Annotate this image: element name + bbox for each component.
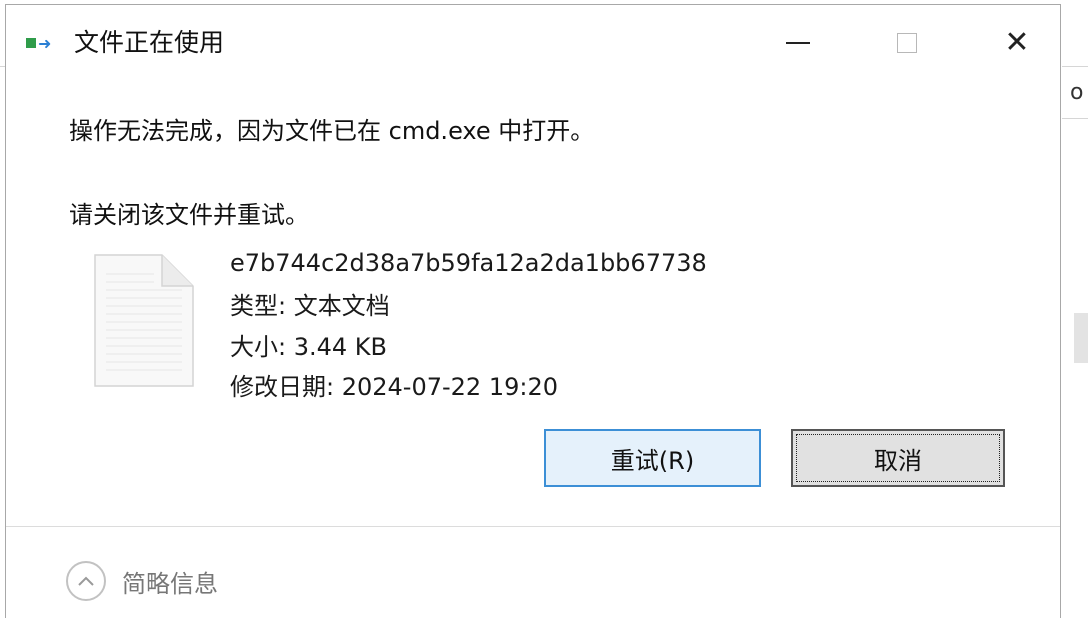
chevron-up-icon — [66, 561, 106, 601]
cancel-button[interactable]: 取消 — [791, 429, 1005, 487]
minimize-icon — [786, 42, 810, 44]
file-name: e7b744c2d38a7b59fa12a2da1bb67738 — [230, 249, 707, 277]
dialog-title: 文件正在使用 — [74, 28, 225, 57]
fewer-details-toggle[interactable]: 简略信息 — [66, 558, 218, 604]
maximize-icon — [897, 33, 917, 53]
minimize-button[interactable] — [753, 15, 843, 71]
close-icon: ✕ — [1004, 25, 1030, 60]
instruction-message: 请关闭该文件并重试。 — [69, 201, 309, 229]
background-window-text: o — [1070, 80, 1084, 105]
background-scrollbar — [1074, 313, 1088, 363]
maximize-button[interactable] — [862, 15, 952, 71]
background-window: o — [1062, 0, 1088, 618]
file-move-icon: ➜ — [26, 35, 54, 53]
file-modified-date: 修改日期: 2024-07-22 19:20 — [230, 373, 558, 401]
fewer-details-label: 简略信息 — [122, 569, 218, 598]
text-file-icon — [94, 254, 194, 387]
retry-button[interactable]: 重试(R) — [544, 429, 761, 487]
file-size: 大小: 3.44 KB — [230, 333, 387, 361]
file-in-use-dialog: ➜ 文件正在使用 ✕ 操作无法完成，因为文件已在 cmd.exe 中打开。 请关… — [5, 4, 1061, 618]
file-type: 类型: 文本文档 — [230, 292, 390, 320]
error-message: 操作无法完成，因为文件已在 cmd.exe 中打开。 — [69, 117, 595, 145]
title-bar[interactable]: ➜ 文件正在使用 ✕ — [6, 5, 1060, 79]
close-button[interactable]: ✕ — [972, 15, 1062, 71]
footer-divider — [6, 526, 1060, 527]
cancel-button-label: 取消 — [874, 446, 922, 475]
